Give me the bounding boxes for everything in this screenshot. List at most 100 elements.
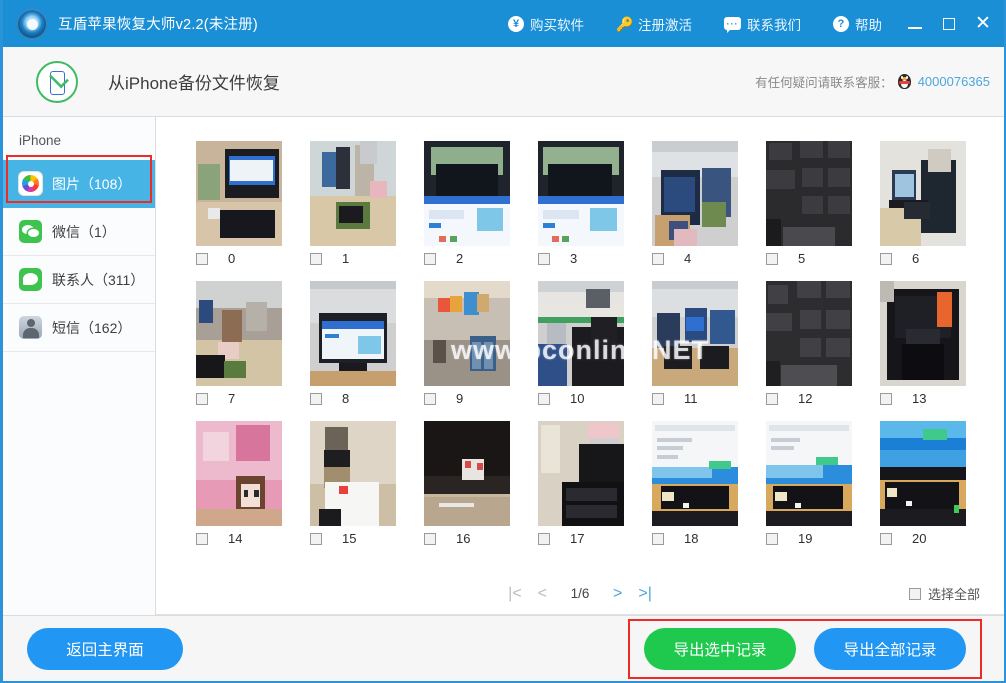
thumbnail-cell: 14 (196, 421, 310, 561)
menu-item-contact[interactable]: ··· 联系我们 (708, 14, 817, 34)
thumbnail-footer: 11 (652, 391, 738, 406)
thumbnail-image[interactable] (766, 421, 852, 526)
thumbnail-checkbox[interactable] (196, 252, 208, 265)
maximize-button[interactable] (932, 9, 966, 39)
app-logo-icon (17, 8, 47, 39)
thumbnail-index: 4 (684, 251, 692, 266)
thumbnail-image[interactable] (880, 141, 966, 246)
thumbnail-image[interactable] (766, 281, 852, 386)
thumbnail-footer: 7 (196, 391, 282, 406)
thumbnail-checkbox[interactable] (880, 252, 892, 265)
thumbnail-image[interactable] (766, 141, 852, 246)
thumbnail-index: 18 (684, 531, 699, 546)
sidebar-item-contacts[interactable]: 联系人（311） (3, 256, 155, 304)
thumbnail-cell: 10 (538, 281, 652, 421)
sidebar: iPhone 图片（108） 微信（1） 联系人（311） 短信（162） (3, 117, 156, 615)
thumbnail-footer: 1 (310, 251, 396, 266)
thumbnail-footer: 20 (880, 531, 966, 546)
thumbnail-image[interactable] (538, 281, 624, 386)
thumbnail-image[interactable] (196, 281, 282, 386)
qq-penguin-icon (897, 73, 912, 91)
thumbnail-image[interactable] (880, 421, 966, 526)
thumbnail-cell: 4 (652, 141, 766, 281)
sidebar-item-contacts-label: 联系人（311） (52, 271, 145, 288)
page-title: 从iPhone备份文件恢复 (108, 74, 280, 93)
sidebar-item-photos[interactable]: 图片（108） (3, 160, 155, 208)
thumbnail-index: 7 (228, 391, 236, 406)
support-phone-number[interactable]: 4000076365 (918, 74, 990, 89)
thumbnail-checkbox[interactable] (196, 532, 208, 545)
thumbnail-cell: 1 (310, 141, 424, 281)
thumbnail-cell: 20 (880, 421, 994, 561)
thumbnail-footer: 8 (310, 391, 396, 406)
window-title: 互盾苹果恢复大师v2.2(未注册) (58, 17, 258, 33)
thumbnail-checkbox[interactable] (310, 532, 322, 545)
thumbnail-footer: 15 (310, 531, 396, 546)
thumbnail-checkbox[interactable] (766, 252, 778, 265)
thumbnail-checkbox[interactable] (424, 252, 436, 265)
back-to-main-button[interactable]: 返回主界面 (27, 627, 183, 670)
thumbnail-checkbox[interactable] (652, 252, 664, 265)
support-label: 有任何疑问请联系客服： (755, 76, 893, 90)
thumbnail-checkbox[interactable] (880, 392, 892, 405)
footer-bar: 返回主界面 导出选中记录 导出全部记录 (3, 615, 1004, 681)
thumbnail-checkbox[interactable] (538, 252, 550, 265)
first-page-icon[interactable]: |< (508, 585, 522, 603)
thumbnail-index: 17 (570, 531, 585, 546)
close-icon: ✕ (975, 13, 991, 34)
thumbnail-checkbox[interactable] (424, 392, 436, 405)
body-area: iPhone 图片（108） 微信（1） 联系人（311） 短信（162） 0 1… (3, 117, 1004, 615)
thumbnail-image[interactable] (310, 141, 396, 246)
select-all-checkbox[interactable] (908, 587, 921, 600)
close-button[interactable]: ✕ (966, 9, 1000, 39)
thumbnail-image[interactable] (196, 421, 282, 526)
select-all-label: 选择全部 (927, 587, 980, 602)
thumbnail-image[interactable] (538, 421, 624, 526)
thumbnail-image[interactable] (652, 421, 738, 526)
thumbnail-checkbox[interactable] (652, 532, 664, 545)
thumbnail-index: 11 (684, 391, 698, 406)
thumbnail-checkbox[interactable] (196, 392, 208, 405)
export-all-button[interactable]: 导出全部记录 (814, 627, 966, 670)
thumbnail-index: 20 (912, 531, 927, 546)
thumbnail-image[interactable] (310, 281, 396, 386)
thumbnail-image[interactable] (424, 141, 510, 246)
menu-item-buy[interactable]: ¥ 购买软件 (492, 14, 600, 34)
export-selected-button[interactable]: 导出选中记录 (644, 627, 796, 670)
sidebar-item-wechat[interactable]: 微信（1） (3, 208, 155, 256)
last-page-icon[interactable]: >| (638, 585, 652, 603)
maximize-icon (943, 17, 955, 30)
thumbnail-index: 8 (342, 391, 350, 406)
thumbnail-image[interactable] (880, 281, 966, 386)
thumbnail-checkbox[interactable] (766, 532, 778, 545)
thumbnail-checkbox[interactable] (880, 532, 892, 545)
thumbnail-footer: 6 (880, 251, 966, 266)
thumbnail-image[interactable] (424, 281, 510, 386)
thumbnail-checkbox[interactable] (310, 252, 322, 265)
thumbnail-image[interactable] (538, 141, 624, 246)
menu-item-activate[interactable]: 🔑 注册激活 (600, 14, 708, 34)
next-page-icon[interactable]: > (613, 585, 622, 603)
thumbnail-image[interactable] (652, 281, 738, 386)
thumbnail-image[interactable] (424, 421, 510, 526)
thumbnail-checkbox[interactable] (652, 392, 664, 405)
thumbnail-cell: 16 (424, 421, 538, 561)
sidebar-item-sms[interactable]: 短信（162） (3, 304, 155, 352)
thumbnail-checkbox[interactable] (538, 532, 550, 545)
thumbnail-checkbox[interactable] (310, 392, 322, 405)
select-all-control[interactable]: 选择全部 (908, 584, 980, 603)
thumbnail-index: 10 (570, 391, 585, 406)
thumbnail-image[interactable] (310, 421, 396, 526)
app-window: 互盾苹果恢复大师v2.2(未注册) ¥ 购买软件 🔑 注册激活 ··· 联系我们… (0, 0, 1006, 683)
thumbnail-image[interactable] (652, 141, 738, 246)
menu-item-help[interactable]: ? 帮助 (817, 14, 898, 34)
thumbnail-cell: 3 (538, 141, 652, 281)
thumbnail-checkbox[interactable] (424, 532, 436, 545)
thumbnail-cell: 15 (310, 421, 424, 561)
minimize-button[interactable] (898, 9, 932, 39)
thumbnail-checkbox[interactable] (538, 392, 550, 405)
thumbnail-image[interactable] (196, 141, 282, 246)
thumbnail-checkbox[interactable] (766, 392, 778, 405)
thumbnail-footer: 13 (880, 391, 966, 406)
prev-page-icon[interactable]: < (538, 585, 547, 603)
